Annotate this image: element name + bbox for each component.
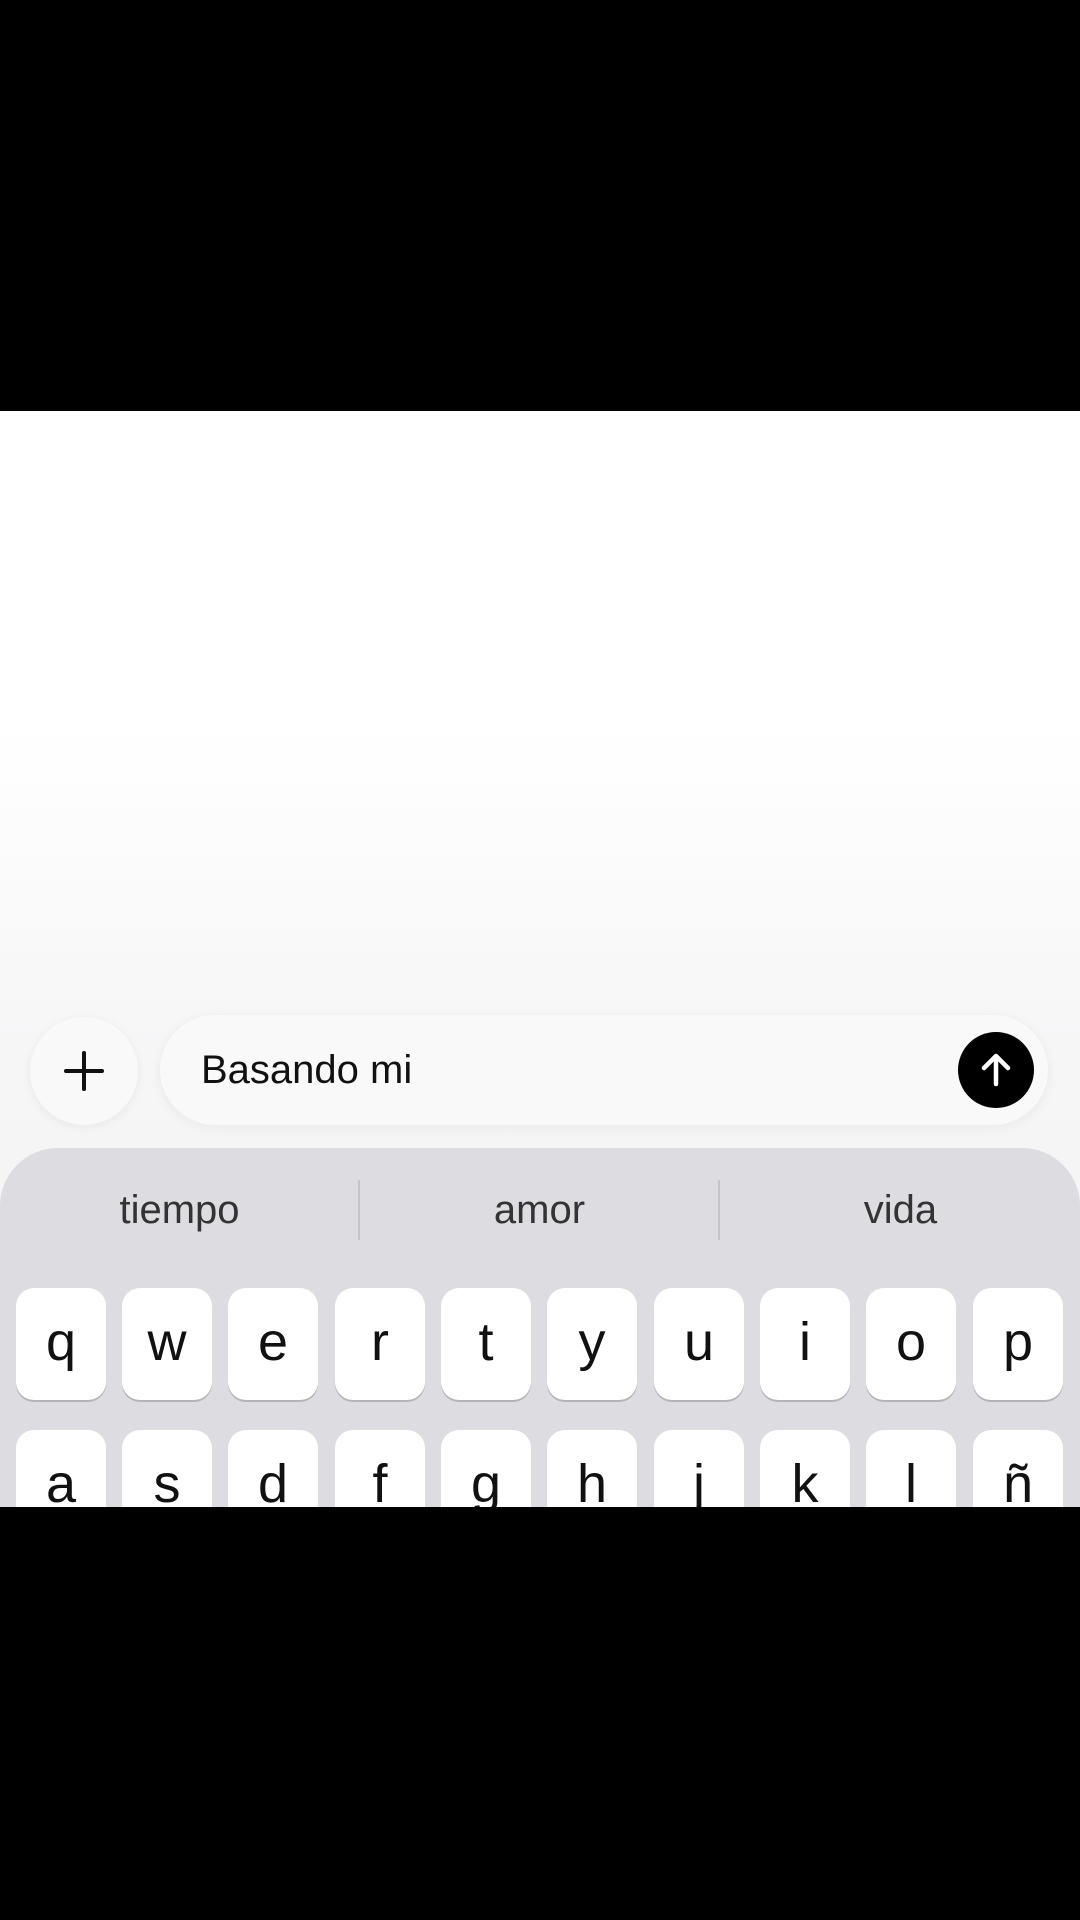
key[interactable]: ñ [973,1430,1063,1507]
plus-icon [64,1051,104,1091]
key[interactable]: a [16,1430,106,1507]
key[interactable]: i [760,1288,850,1400]
key[interactable]: q [16,1288,106,1400]
key[interactable]: w [122,1288,212,1400]
key[interactable]: k [760,1430,850,1507]
suggestion-divider [718,1180,720,1240]
attach-button[interactable] [30,1017,138,1125]
message-input-text: Basando mi [201,1048,413,1092]
letterbox-bottom [0,1507,1080,1920]
message-input[interactable]: Basando mi [160,1015,1048,1125]
suggestion-item[interactable]: amor [360,1148,719,1273]
key[interactable]: l [866,1430,956,1507]
suggestion-item[interactable]: vida [721,1148,1080,1273]
suggestion-item[interactable]: tiempo [0,1148,359,1273]
arrow-up-icon [981,1053,1011,1087]
key[interactable]: y [547,1288,637,1400]
key[interactable]: o [866,1288,956,1400]
key[interactable]: g [441,1430,531,1507]
key[interactable]: p [973,1288,1063,1400]
key[interactable]: j [654,1430,744,1507]
message-composer: Basando mi [0,1000,1080,1140]
key[interactable]: s [122,1430,212,1507]
key[interactable]: t [441,1288,531,1400]
chat-screen: Basando mi tiempo amor vida q w e r t y … [0,411,1080,1507]
send-button[interactable] [958,1032,1034,1108]
key[interactable]: e [228,1288,318,1400]
key[interactable]: f [335,1430,425,1507]
key[interactable]: u [654,1288,744,1400]
letterbox-top [0,0,1080,411]
suggestion-bar: tiempo amor vida [0,1148,1080,1273]
device-frame: Basando mi tiempo amor vida q w e r t y … [0,0,1080,1920]
keyboard: tiempo amor vida q w e r t y u i o p a s [0,1148,1080,1507]
key[interactable]: r [335,1288,425,1400]
key[interactable]: d [228,1430,318,1507]
key[interactable]: h [547,1430,637,1507]
